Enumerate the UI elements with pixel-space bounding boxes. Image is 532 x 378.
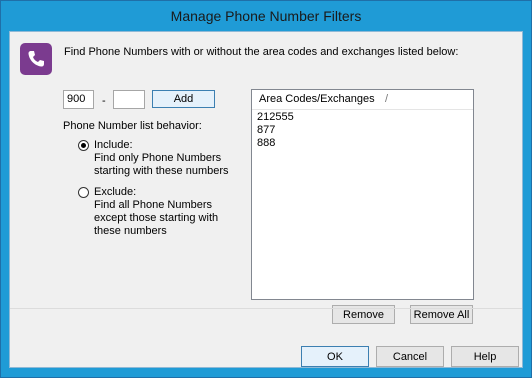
list-item[interactable]: 212555 (257, 111, 294, 124)
behavior-label: Phone Number list behavior: (63, 120, 202, 132)
add-button[interactable]: Add (152, 90, 215, 108)
list-column-header[interactable]: Area Codes/Exchanges / (252, 90, 473, 110)
list-items: 212555 877 888 (257, 111, 294, 150)
dialog-window: Manage Phone Number Filters Find Phone N… (0, 0, 532, 378)
radio-selected-dot (81, 143, 86, 148)
exclude-line: Find all Phone Numbers (94, 199, 213, 211)
include-line: Find only Phone Numbers (94, 152, 222, 164)
include-line: starting with these numbers (94, 165, 229, 177)
cancel-button[interactable]: Cancel (376, 346, 444, 367)
separator-dash: - (102, 95, 106, 107)
sort-indicator-icon: / (385, 93, 389, 105)
exclude-line: these numbers (94, 225, 167, 237)
codes-listbox[interactable]: Area Codes/Exchanges / 212555 877 888 (251, 89, 474, 300)
help-button[interactable]: Help (451, 346, 519, 367)
area-code-input[interactable]: 900 (63, 90, 94, 109)
ok-button[interactable]: OK (301, 346, 369, 367)
intro-text: Find Phone Numbers with or without the a… (64, 46, 459, 58)
phone-icon (20, 43, 52, 75)
exclude-line: except those starting with (94, 212, 219, 224)
window-title: Manage Phone Number Filters (170, 8, 362, 24)
exclude-radio[interactable] (78, 187, 89, 198)
list-item[interactable]: 877 (257, 124, 294, 137)
include-title: Include: (94, 139, 133, 151)
list-header-label: Area Codes/Exchanges (259, 93, 375, 105)
footer-bar: OK Cancel Help (10, 308, 522, 368)
include-radio[interactable] (78, 140, 89, 151)
list-item[interactable]: 888 (257, 137, 294, 150)
dialog-client: Find Phone Numbers with or without the a… (9, 31, 523, 368)
exclude-title: Exclude: (94, 186, 137, 198)
exchange-input[interactable] (113, 90, 145, 109)
